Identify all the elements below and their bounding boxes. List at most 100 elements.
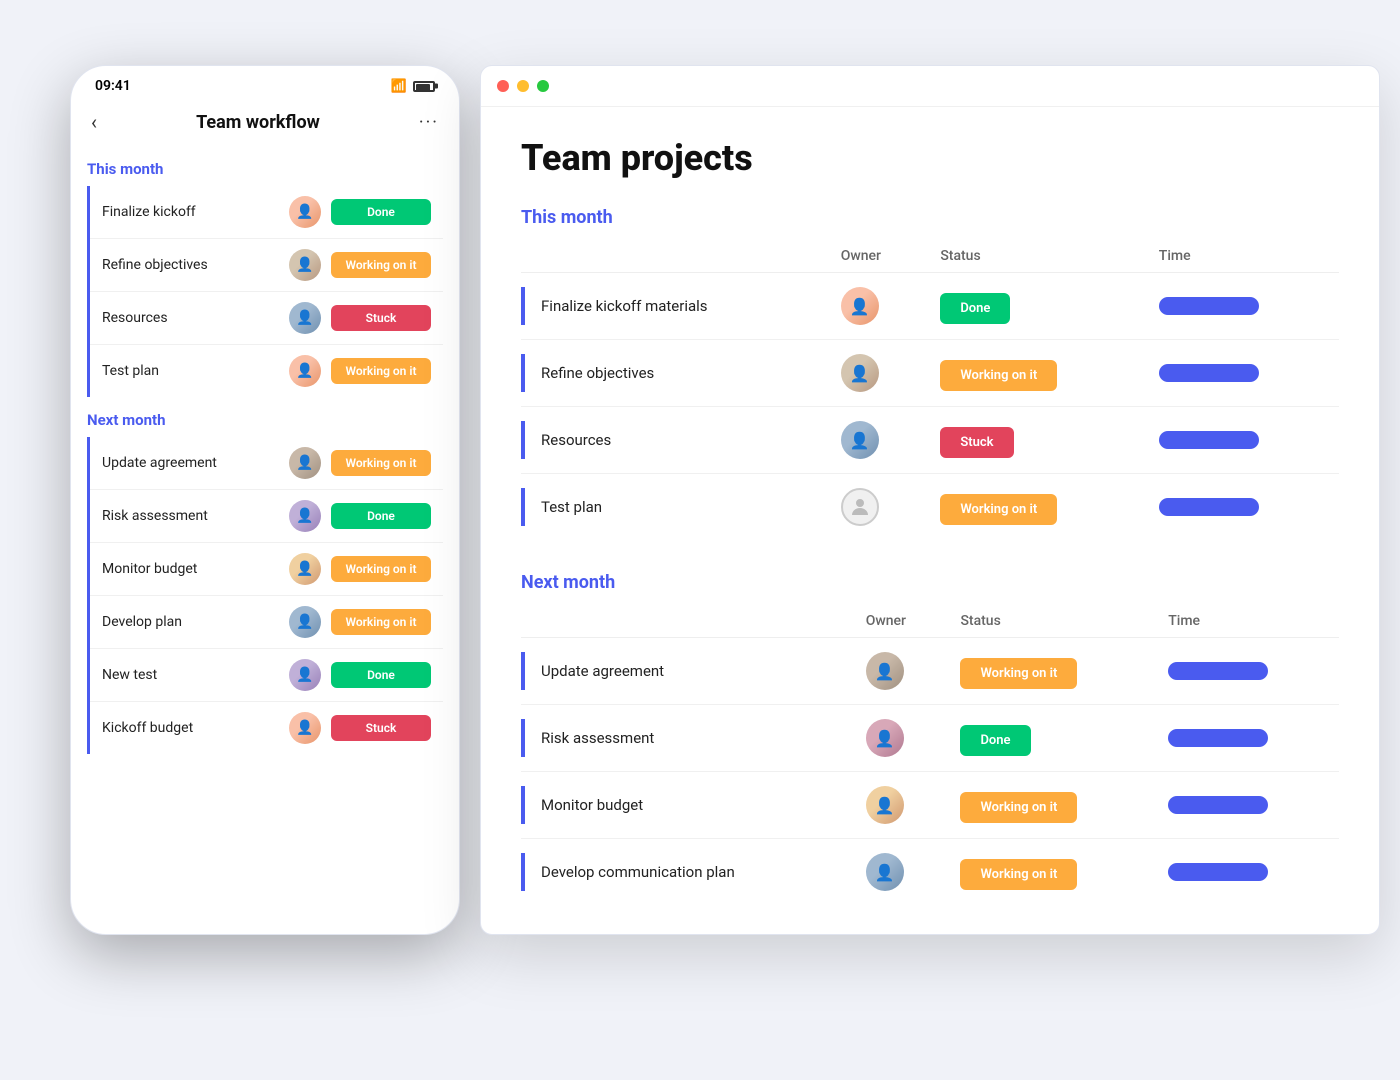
task-row[interactable]: Update agreement 👤 Working on it xyxy=(90,437,443,490)
owner-cell: 👤 xyxy=(829,273,929,340)
owner-cell: 👤 xyxy=(829,340,929,407)
desktop-task-name: Resources xyxy=(541,431,611,449)
maximize-dot[interactable] xyxy=(537,80,549,92)
timeline-bar xyxy=(1168,729,1268,747)
task-row[interactable]: Risk assessment 👤 Done xyxy=(90,490,443,543)
avatar-face: 👤 xyxy=(289,553,321,585)
avatar-face: 👤 xyxy=(289,659,321,691)
task-column-header-2 xyxy=(521,605,854,638)
avatar: 👤 xyxy=(289,606,321,638)
desktop-task-name: Monitor budget xyxy=(541,796,643,814)
task-row[interactable]: Resources 👤 Stuck xyxy=(90,292,443,345)
table-row[interactable]: Refine objectives 👤 Working on it xyxy=(521,340,1339,407)
browser-mockup: Team projects This month Owner Status Ti… xyxy=(480,65,1380,935)
status-badge: Working on it xyxy=(940,360,1057,391)
status-badge: Working on it xyxy=(331,609,431,635)
status-badge: Stuck xyxy=(331,305,431,331)
desktop-task-name: Refine objectives xyxy=(541,364,654,382)
task-left-bar xyxy=(521,354,525,392)
avatar: 👤 xyxy=(289,196,321,228)
status-badge: Working on it xyxy=(331,450,431,476)
avatar-face: 👤 xyxy=(289,249,321,281)
avatar: 👤 xyxy=(289,553,321,585)
status-badge: Working on it xyxy=(331,252,431,278)
browser-content: Team projects This month Owner Status Ti… xyxy=(481,107,1379,927)
avatar: 👤 xyxy=(866,719,904,757)
desktop-task-name: Finalize kickoff materials xyxy=(541,297,708,315)
timeline-cell xyxy=(1156,638,1339,705)
menu-button[interactable]: ··· xyxy=(419,112,439,133)
avatar-face: 👤 xyxy=(866,719,904,757)
timeline-bar xyxy=(1168,796,1268,814)
avatar: 👤 xyxy=(841,421,879,459)
task-left-bar xyxy=(521,652,525,690)
avatar: 👤 xyxy=(289,447,321,479)
status-cell: Working on it xyxy=(948,839,1156,906)
timeline-bar xyxy=(1159,364,1259,382)
task-row[interactable]: Test plan 👤 Working on it xyxy=(90,345,443,397)
timeline-bar xyxy=(1168,662,1268,680)
task-column-header xyxy=(521,240,829,273)
status-cell: Working on it xyxy=(948,638,1156,705)
task-row[interactable]: Refine objectives 👤 Working on it xyxy=(90,239,443,292)
task-name: Resources xyxy=(102,310,279,326)
timeline-bar xyxy=(1168,863,1268,881)
avatar-face: 👤 xyxy=(289,355,321,387)
next-month-table: Owner Status Time Update agreement 👤 Wor… xyxy=(521,605,1339,905)
status-badge: Done xyxy=(331,662,431,688)
avatar: 👤 xyxy=(866,786,904,824)
browser-toolbar xyxy=(481,66,1379,107)
status-cell: Done xyxy=(928,273,1146,340)
back-button[interactable]: ‹ xyxy=(91,110,97,134)
task-row[interactable]: New test 👤 Done xyxy=(90,649,443,702)
task-name: Finalize kickoff xyxy=(102,204,279,220)
avatar-face: 👤 xyxy=(289,447,321,479)
phone-content: This month Finalize kickoff 👤 Done Refin… xyxy=(71,146,459,924)
task-left-bar xyxy=(521,853,525,891)
this-month-table: Owner Status Time Finalize kickoff mater… xyxy=(521,240,1339,540)
table-row[interactable]: Risk assessment 👤 Done xyxy=(521,705,1339,772)
table-row[interactable]: Finalize kickoff materials 👤 Done xyxy=(521,273,1339,340)
phone-header: ‹ Team workflow ··· xyxy=(71,102,459,146)
task-name: New test xyxy=(102,667,279,683)
owner-column-header: Owner xyxy=(829,240,929,273)
avatar-face: 👤 xyxy=(289,302,321,334)
task-cell: Refine objectives xyxy=(521,340,829,407)
owner-cell: 👤 xyxy=(829,407,929,474)
avatar-face: 👤 xyxy=(289,712,321,744)
avatar-face: 👤 xyxy=(841,421,879,459)
phone-status-bar: 09:41 📶 xyxy=(71,66,459,102)
task-cell: Monitor budget xyxy=(521,772,854,839)
task-cell: Update agreement xyxy=(521,638,854,705)
status-cell: Working on it xyxy=(948,772,1156,839)
minimize-dot[interactable] xyxy=(517,80,529,92)
table-row[interactable]: Monitor budget 👤 Working on it xyxy=(521,772,1339,839)
avatar-face: 👤 xyxy=(866,652,904,690)
status-badge: Stuck xyxy=(331,715,431,741)
desktop-task-name: Develop communication plan xyxy=(541,863,735,881)
status-badge: Working on it xyxy=(960,792,1077,823)
task-row[interactable]: Finalize kickoff 👤 Done xyxy=(90,186,443,239)
status-badge: Working on it xyxy=(940,494,1057,525)
owner-cell: 👤 xyxy=(854,705,949,772)
status-badge: Done xyxy=(331,503,431,529)
status-badge: Done xyxy=(940,293,1010,324)
task-row[interactable]: Develop plan 👤 Working on it xyxy=(90,596,443,649)
timeline-cell xyxy=(1156,839,1339,906)
task-cell: Test plan xyxy=(521,474,829,541)
table-row[interactable]: Update agreement 👤 Working on it xyxy=(521,638,1339,705)
task-cell: Develop communication plan xyxy=(521,839,854,906)
table-row[interactable]: Develop communication plan 👤 Working on … xyxy=(521,839,1339,906)
task-row[interactable]: Monitor budget 👤 Working on it xyxy=(90,543,443,596)
avatar-face: 👤 xyxy=(289,606,321,638)
task-row[interactable]: Kickoff budget 👤 Stuck xyxy=(90,702,443,754)
avatar-face: 👤 xyxy=(841,287,879,325)
avatar-face: 👤 xyxy=(866,853,904,891)
table-row[interactable]: Test plan Working on it xyxy=(521,474,1339,541)
close-dot[interactable] xyxy=(497,80,509,92)
table-header-row-2: Owner Status Time xyxy=(521,605,1339,638)
battery-icon xyxy=(413,81,435,92)
status-column-header-2: Status xyxy=(948,605,1156,638)
avatar-face: 👤 xyxy=(289,196,321,228)
table-row[interactable]: Resources 👤 Stuck xyxy=(521,407,1339,474)
